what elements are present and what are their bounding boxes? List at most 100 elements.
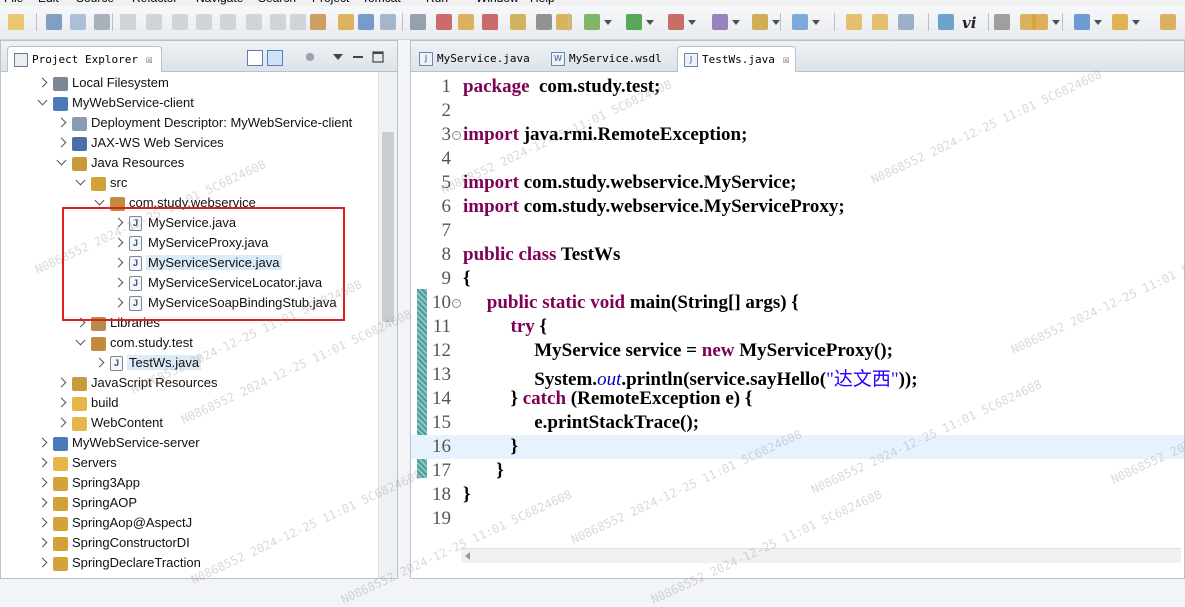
focus-icon[interactable] [303,50,317,64]
toolbar-button-icon[interactable] [458,14,474,30]
open-type-icon[interactable] [752,14,780,30]
code-line[interactable]: 6 import com.study.webservice.MyServicePr… [411,195,1184,219]
tree-item[interactable]: Deployment Descriptor: MyWebService-clie… [1,114,377,134]
link-with-editor-icon[interactable] [267,50,283,66]
tree-item[interactable]: SpringAOP [1,494,377,514]
code-line[interactable]: 10− public static void main(String[] arg… [411,291,1184,315]
menu-navigate[interactable]: Navigate [196,0,243,5]
editor-hscrollbar[interactable] [461,548,1181,563]
toolbar-vi-label[interactable]: vi [962,14,976,32]
chevron-right-icon[interactable] [94,357,105,368]
code-line[interactable]: 1 package com.study.test; [411,75,1184,99]
toolbar-button-icon[interactable] [220,14,236,30]
code-line[interactable]: 11 try { [411,315,1184,339]
tree-item[interactable]: SpringAop@AspectJ [1,514,377,534]
run-icon[interactable] [626,14,654,30]
tree-item[interactable]: JavaScript Resources [1,374,377,394]
chevron-right-icon[interactable] [37,557,48,568]
chevron-down-icon[interactable] [37,95,48,106]
menu-refactor[interactable]: Refactor [132,0,177,5]
code-line[interactable]: 19 [411,507,1184,531]
scrollbar-thumb[interactable] [382,132,394,322]
chevron-down-icon[interactable] [94,195,105,206]
chevron-right-icon[interactable] [37,77,48,88]
toolbar-button-icon[interactable] [310,14,326,30]
menu-search[interactable]: Search [258,0,296,5]
chevron-right-icon[interactable] [37,497,48,508]
tab-myservice-wsdl[interactable]: W MyService.wsdl [545,46,668,71]
save-icon[interactable] [46,14,62,30]
chevron-right-icon[interactable] [56,137,67,148]
toolbar-button-icon[interactable] [536,14,552,30]
code-line[interactable]: 17 } [411,459,1184,483]
save-all-icon[interactable] [70,14,86,30]
code-line[interactable]: 8 public class TestWs [411,243,1184,267]
chevron-right-icon[interactable] [37,537,48,548]
view-menu-icon[interactable] [331,50,345,64]
toolbar-button-icon[interactable] [1020,14,1036,30]
toolbar-button-icon[interactable] [898,14,914,30]
chevron-right-icon[interactable] [56,117,67,128]
chevron-down-icon[interactable] [75,175,86,186]
code-line[interactable]: 18} [411,483,1184,507]
close-icon[interactable]: ☒ [146,53,153,66]
menu-project[interactable]: Project [312,0,349,5]
tree-item[interactable]: MyWebService-server [1,434,377,454]
menu-file[interactable]: File [4,0,23,5]
tree-item[interactable]: J TestWs.java [1,354,377,374]
toolbar-button-icon[interactable] [358,14,374,30]
forward-icon[interactable] [1112,14,1140,30]
toolbar-button-icon[interactable] [482,14,498,30]
tree-item[interactable]: JAX-WS Web Services [1,134,377,154]
code-line[interactable]: 5 import com.study.webservice.MyService; [411,171,1184,195]
chevron-right-icon[interactable] [37,457,48,468]
tree-item[interactable]: Spring3App [1,474,377,494]
tree-item[interactable]: SpringConstructorDI [1,534,377,554]
menu-window[interactable]: Window [476,0,519,5]
close-icon[interactable]: ☒ [783,53,790,66]
code-line[interactable]: 13 System.out.println(service.sayHello("… [411,363,1184,390]
toolbar-button-icon[interactable] [338,14,354,30]
print-icon[interactable] [94,14,110,30]
tab-testws-java[interactable]: J TestWs.java ☒ [677,46,797,72]
chevron-down-icon[interactable] [75,335,86,346]
toolbar-button-icon[interactable] [290,14,306,30]
tree-item[interactable]: SpringDeclareTraction [1,554,377,574]
code-line[interactable]: 2 [411,99,1184,123]
code-line[interactable]: 15 e.printStackTrace(); [411,411,1184,435]
toolbar-button-icon[interactable] [556,14,572,30]
toolbar-button-icon[interactable] [846,14,862,30]
explorer-scrollbar[interactable] [378,72,397,578]
menu-tomcat[interactable]: Tomcat [362,0,401,5]
chevron-down-icon[interactable] [56,155,67,166]
toolbar-button-icon[interactable] [120,14,136,30]
tree-item[interactable]: src [1,174,377,194]
code-line[interactable]: 4 [411,147,1184,171]
code-line[interactable]: 14 } catch (RemoteException e) { [411,387,1184,411]
code-line[interactable]: 7 [411,219,1184,243]
tree-item[interactable]: build [1,394,377,414]
pin-icon[interactable] [792,14,820,30]
toolbar-button-icon[interactable] [994,14,1010,30]
chevron-right-icon[interactable] [56,417,67,428]
tree-item[interactable]: Java Resources [1,154,377,174]
menu-run[interactable]: Run [426,0,448,5]
toolbar-button-icon[interactable] [436,14,452,30]
tree-item[interactable]: Servers [1,454,377,474]
tree-item[interactable]: com.study.test [1,334,377,354]
toolbar-button-icon[interactable] [510,14,526,30]
minimize-icon[interactable] [351,50,365,64]
menu-edit[interactable]: Edit [38,0,59,5]
tree-item[interactable]: MyWebService-client [1,94,377,114]
tree-item[interactable]: Local Filesystem [1,74,377,94]
toolbar-button-icon[interactable] [270,14,286,30]
chevron-right-icon[interactable] [37,437,48,448]
code-line[interactable]: 3− import java.rmi.RemoteException; [411,123,1184,147]
toolbar-button-icon[interactable] [410,14,426,30]
menu-help[interactable]: Help [530,0,555,5]
tree-item[interactable]: WebContent [1,414,377,434]
toolbar-button-icon[interactable] [246,14,262,30]
fold-icon[interactable]: − [452,131,461,140]
toolbar-button-icon[interactable] [196,14,212,30]
new-icon[interactable] [8,14,24,30]
